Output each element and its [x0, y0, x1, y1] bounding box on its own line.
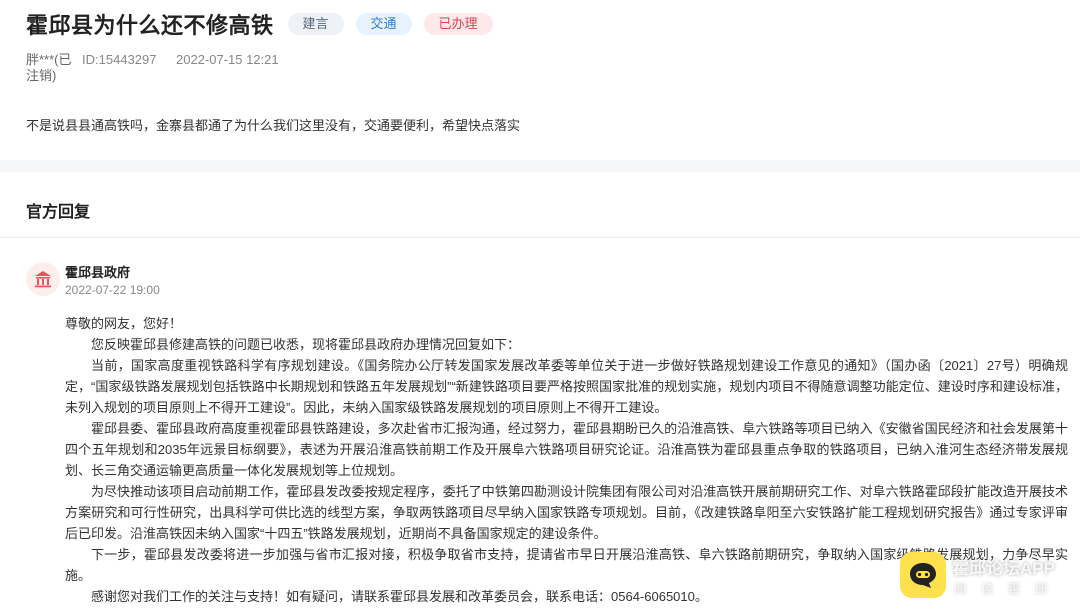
divider — [0, 237, 1080, 238]
question-id: ID:15443297 — [82, 52, 157, 67]
question-author[interactable]: 胖***(已注销) — [26, 52, 82, 84]
reply-org-name[interactable]: 霍邱县政府 — [65, 262, 130, 281]
government-building-icon — [35, 271, 51, 288]
question-time: 2022-07-15 12:21 — [176, 52, 279, 67]
watermark-title: 霍邱论坛APP — [952, 559, 1055, 578]
reply-paragraph: 当前，国家高度重视铁路科学有序规划建设。《国务院办公厅转发国家发展改革委等单位关… — [65, 358, 1068, 415]
watermark-subtitle: 阅读霍邱 — [954, 582, 1063, 596]
tag-traffic[interactable]: 交通 — [355, 13, 412, 35]
tag-suggestion[interactable]: 建言 — [287, 13, 344, 35]
watermark-logo — [900, 552, 946, 598]
reply-greeting: 尊敬的网友，您好！ — [65, 316, 183, 331]
reply-time: 2022-07-22 19:00 — [65, 283, 160, 297]
avatar[interactable] — [26, 262, 60, 296]
section-separator — [0, 160, 1080, 172]
tag-status-done: 已办理 — [423, 13, 493, 35]
question-title: 霍邱县为什么还不修高铁 — [26, 13, 274, 38]
reply-paragraph: 霍邱县委、霍邱县政府高度重视霍邱县铁路建设，多次赴省市汇报沟通，经过努力，霍邱县… — [65, 421, 1068, 478]
question-card: 霍邱县为什么还不修高铁 建言 交通 已办理 胖***(已注销) ID:15443… — [0, 0, 1080, 160]
official-reply-heading: 官方回复 — [26, 204, 91, 221]
chat-bubble-logo-icon — [910, 563, 936, 588]
reply-paragraph: 您反映霍邱县修建高铁的问题已收悉，现将霍邱县政府办理情况回复如下： — [91, 337, 521, 352]
reply-paragraph: 为尽快推动该项目启动前期工作，霍邱县发改委按规定程序，委托了中铁第四勘测设计院集… — [65, 484, 1068, 541]
app-watermark: 霍邱论坛APP 阅读霍邱 — [900, 552, 1075, 602]
title-row: 霍邱县为什么还不修高铁 建言 交通 已办理 — [26, 8, 493, 40]
question-content: 不是说县县通高铁吗，金寨县都通了为什么我们这里没有，交通要便利，希望快点落实 — [26, 118, 521, 133]
